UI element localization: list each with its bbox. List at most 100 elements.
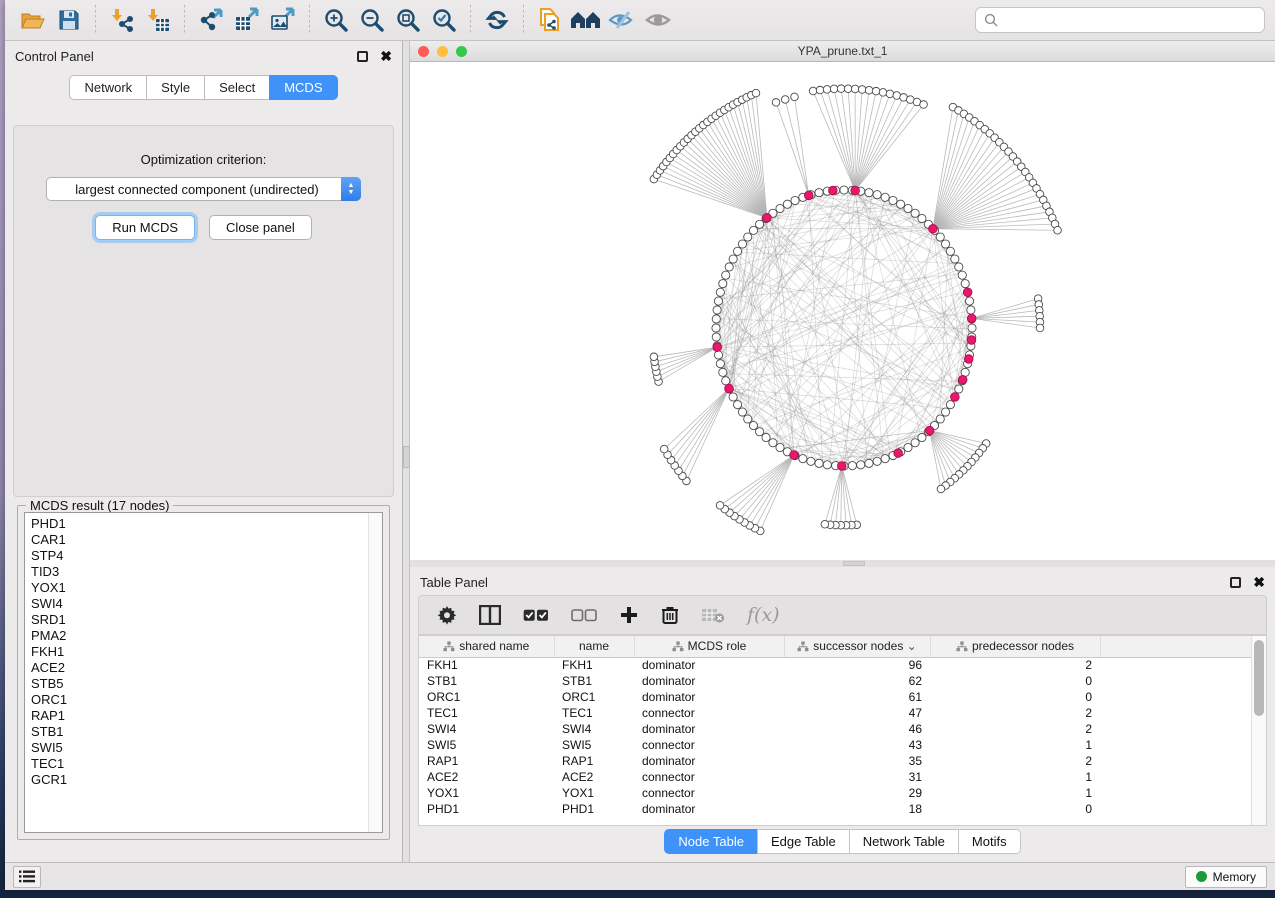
tab-mcds[interactable]: MCDS bbox=[269, 75, 337, 100]
mcds-result-item[interactable]: SRD1 bbox=[31, 612, 382, 628]
column-header-predecessor-nodes[interactable]: predecessor nodes bbox=[930, 636, 1100, 657]
mcds-result-item[interactable]: RAP1 bbox=[31, 708, 382, 724]
horizontal-splitter[interactable] bbox=[410, 560, 1275, 567]
attribute-icon bbox=[797, 641, 809, 652]
cell-filler bbox=[1100, 721, 1251, 737]
table-panel: Table Panel ✖ bbox=[410, 567, 1275, 862]
table-row[interactable]: SWI4SWI4dominator462 bbox=[419, 721, 1251, 737]
zoom-selected-icon[interactable] bbox=[426, 4, 462, 36]
first-neighbors-icon[interactable] bbox=[568, 4, 604, 36]
cell-successor-nodes: 35 bbox=[784, 753, 930, 769]
optimization-criterion-select[interactable]: largest connected component (undirected)… bbox=[46, 177, 361, 201]
log-console-button[interactable] bbox=[13, 866, 41, 888]
table-settings-icon[interactable] bbox=[437, 605, 457, 625]
tab-select[interactable]: Select bbox=[204, 75, 269, 100]
vertical-splitter[interactable] bbox=[403, 41, 410, 862]
mcds-result-item[interactable]: TID3 bbox=[31, 564, 382, 580]
cell-mcds-role: connector bbox=[634, 705, 784, 721]
mcds-result-item[interactable]: FKH1 bbox=[31, 644, 382, 660]
create-column-icon[interactable] bbox=[619, 605, 639, 625]
cell-successor-nodes: 61 bbox=[784, 689, 930, 705]
float-panel-icon[interactable] bbox=[357, 51, 368, 62]
import-table-icon[interactable] bbox=[140, 4, 176, 36]
tab-edge-table[interactable]: Edge Table bbox=[757, 829, 849, 854]
export-image-icon[interactable] bbox=[265, 4, 301, 36]
mcds-result-item[interactable]: STB5 bbox=[31, 676, 382, 692]
run-mcds-button[interactable]: Run MCDS bbox=[95, 215, 195, 240]
list-scrollbar[interactable] bbox=[368, 513, 382, 832]
close-panel-icon[interactable]: ✖ bbox=[380, 51, 392, 62]
table-row[interactable]: SWI5SWI5connector431 bbox=[419, 737, 1251, 753]
float-table-panel-icon[interactable] bbox=[1230, 577, 1241, 588]
show-column-panel-icon[interactable] bbox=[479, 605, 501, 625]
mcds-result-item[interactable]: PMA2 bbox=[31, 628, 382, 644]
table-row[interactable]: PHD1PHD1dominator180 bbox=[419, 801, 1251, 817]
mcds-result-item[interactable]: SWI5 bbox=[31, 740, 382, 756]
tab-node-table[interactable]: Node Table bbox=[664, 829, 757, 854]
select-all-icon[interactable] bbox=[523, 608, 549, 622]
mcds-result-item[interactable]: ACE2 bbox=[31, 660, 382, 676]
table-row[interactable]: TEC1TEC1connector472 bbox=[419, 705, 1251, 721]
mcds-result-item[interactable]: PHD1 bbox=[31, 516, 382, 532]
control-panel-title: Control Panel bbox=[15, 49, 94, 64]
cell-predecessor-nodes: 2 bbox=[930, 721, 1100, 737]
clone-network-icon[interactable] bbox=[532, 4, 568, 36]
table-row[interactable]: ACE2ACE2connector311 bbox=[419, 769, 1251, 785]
tab-motifs[interactable]: Motifs bbox=[958, 829, 1021, 854]
refresh-icon[interactable] bbox=[479, 4, 515, 36]
mcds-result-item[interactable]: CAR1 bbox=[31, 532, 382, 548]
network-view-titlebar[interactable]: YPA_prune.txt_1 bbox=[410, 41, 1275, 62]
mcds-result-item[interactable]: SWI4 bbox=[31, 596, 382, 612]
cell-filler bbox=[1100, 657, 1251, 673]
table-scrollbar[interactable] bbox=[1251, 636, 1266, 825]
memory-button[interactable]: Memory bbox=[1185, 866, 1267, 888]
table-row[interactable]: FKH1FKH1dominator962 bbox=[419, 657, 1251, 673]
status-bar: Memory bbox=[5, 862, 1275, 890]
delete-column-icon[interactable] bbox=[661, 605, 679, 625]
table-scrollbar-thumb[interactable] bbox=[1254, 640, 1264, 716]
search-field[interactable] bbox=[975, 7, 1265, 33]
cell-name: ACE2 bbox=[554, 769, 634, 785]
table-row[interactable]: ORC1ORC1dominator610 bbox=[419, 689, 1251, 705]
table-type-tabs: Node Table Edge Table Network Table Moti… bbox=[410, 829, 1275, 854]
zoom-in-icon[interactable] bbox=[318, 4, 354, 36]
attribute-icon bbox=[443, 641, 455, 652]
export-table-icon[interactable] bbox=[229, 4, 265, 36]
column-header-name[interactable]: name bbox=[554, 636, 634, 657]
mcds-result-item[interactable]: STP4 bbox=[31, 548, 382, 564]
network-graph[interactable] bbox=[410, 62, 1275, 560]
cell-name: PHD1 bbox=[554, 801, 634, 817]
mcds-result-item[interactable]: STB1 bbox=[31, 724, 382, 740]
close-panel-button[interactable]: Close panel bbox=[209, 215, 312, 240]
table-row[interactable]: STB1STB1dominator620 bbox=[419, 673, 1251, 689]
cell-predecessor-nodes: 0 bbox=[930, 801, 1100, 817]
zoom-fit-icon[interactable] bbox=[390, 4, 426, 36]
table-row[interactable]: YOX1YOX1connector291 bbox=[419, 785, 1251, 801]
column-header-successor-nodes[interactable]: successor nodes ⌄ bbox=[784, 636, 930, 657]
table-row[interactable]: RAP1RAP1dominator352 bbox=[419, 753, 1251, 769]
open-icon[interactable] bbox=[15, 4, 51, 36]
network-canvas[interactable] bbox=[410, 62, 1275, 560]
mcds-result-item[interactable]: ORC1 bbox=[31, 692, 382, 708]
cell-mcds-role: connector bbox=[634, 737, 784, 753]
cell-shared-name: RAP1 bbox=[419, 753, 554, 769]
hide-selected-icon[interactable] bbox=[604, 4, 640, 36]
cell-predecessor-nodes: 2 bbox=[930, 705, 1100, 721]
deselect-all-icon[interactable] bbox=[571, 608, 597, 622]
import-network-icon[interactable] bbox=[104, 4, 140, 36]
column-header-mcds-role[interactable]: MCDS role bbox=[634, 636, 784, 657]
save-icon[interactable] bbox=[51, 4, 87, 36]
mcds-result-item[interactable]: GCR1 bbox=[31, 772, 382, 788]
mcds-result-item[interactable]: YOX1 bbox=[31, 580, 382, 596]
tab-network-table[interactable]: Network Table bbox=[849, 829, 958, 854]
tab-style[interactable]: Style bbox=[146, 75, 204, 100]
export-network-icon[interactable] bbox=[193, 4, 229, 36]
column-header-shared-name[interactable]: shared name bbox=[419, 636, 554, 657]
show-all-icon[interactable] bbox=[640, 4, 676, 36]
search-input[interactable] bbox=[998, 13, 1256, 27]
mcds-result-item[interactable]: TEC1 bbox=[31, 756, 382, 772]
close-table-panel-icon[interactable]: ✖ bbox=[1253, 577, 1265, 588]
tab-network[interactable]: Network bbox=[69, 75, 146, 100]
mcds-result-list[interactable]: PHD1CAR1STP4TID3YOX1SWI4SRD1PMA2FKH1ACE2… bbox=[24, 512, 383, 833]
zoom-out-icon[interactable] bbox=[354, 4, 390, 36]
